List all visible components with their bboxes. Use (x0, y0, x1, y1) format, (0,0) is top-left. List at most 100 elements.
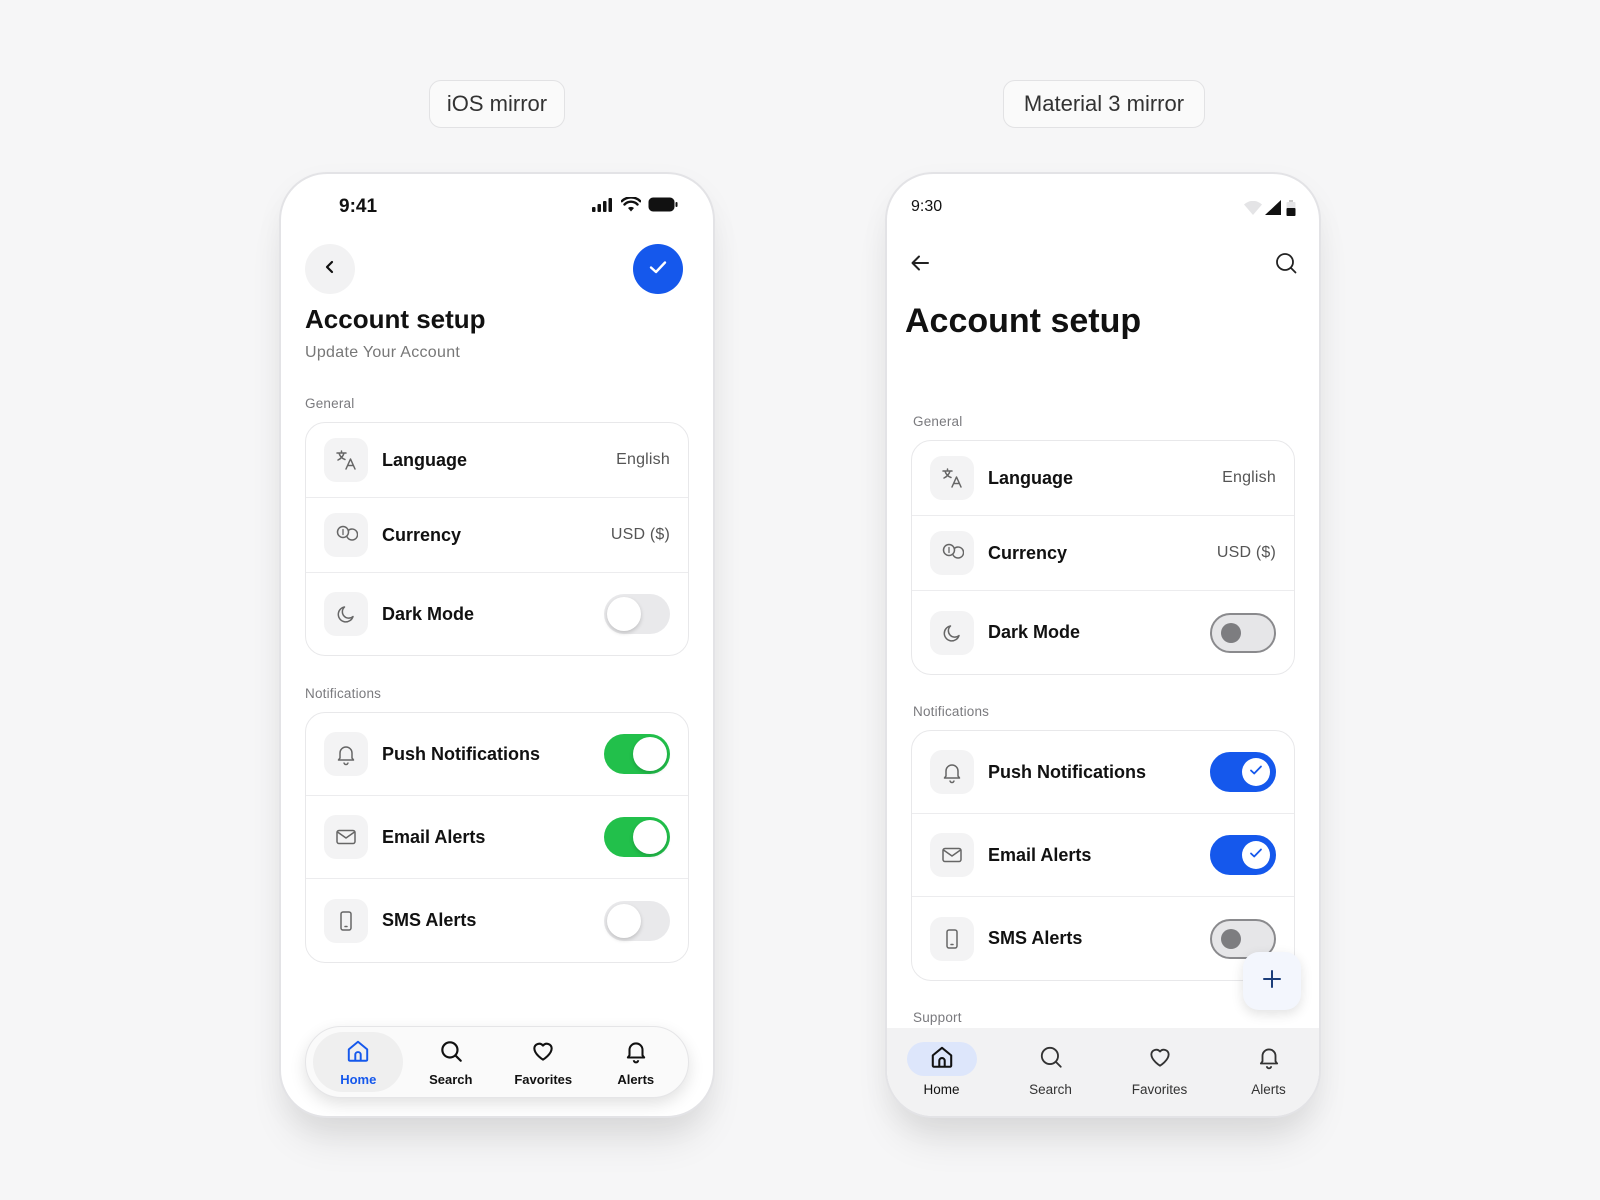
email-alerts-row: Email Alerts (306, 796, 688, 879)
page-title: Account setup (305, 304, 486, 334)
phone-icon (930, 916, 974, 961)
home-icon (929, 1044, 955, 1075)
general-settings-card: Language English Currency USD ($) Dark M… (305, 422, 689, 656)
phone-icon (324, 898, 368, 943)
mail-icon (324, 815, 368, 859)
sms-alerts-row: SMS Alerts (912, 897, 1294, 980)
push-notifications-label: Push Notifications (382, 743, 541, 764)
sms-alerts-toggle[interactable] (604, 900, 670, 941)
tab-icon-container (1016, 1042, 1086, 1076)
tab-icon-container (1125, 1042, 1195, 1076)
toggle-knob (607, 903, 641, 938)
email-alerts-switch[interactable] (1210, 835, 1276, 875)
currency-row[interactable]: Currency USD ($) (912, 516, 1294, 591)
page-subtitle: Update Your Account (305, 344, 461, 361)
tab-alerts[interactable]: Alerts (591, 1032, 681, 1092)
back-button[interactable] (305, 244, 355, 294)
material-mirror-label: Material 3 mirror (1003, 80, 1205, 128)
bell-icon (623, 1038, 649, 1069)
tab-search[interactable]: Search (1001, 1042, 1101, 1097)
tab-home-label: Home (340, 1071, 377, 1087)
sms-alerts-label: SMS Alerts (988, 928, 1083, 948)
bell-icon (1256, 1044, 1282, 1075)
cellular-signal-icon (1265, 200, 1281, 220)
material-phone-frame: 9:30 Account setup General Language Engl… (885, 172, 1321, 1118)
chevron-left-icon (322, 259, 338, 280)
currency-label: Currency (382, 524, 462, 545)
search-icon (1274, 251, 1298, 280)
wifi-icon (1244, 200, 1262, 220)
tab-search[interactable]: Search (406, 1032, 496, 1092)
sms-alerts-label: SMS Alerts (382, 910, 477, 930)
tab-favorites[interactable]: Favorites (1110, 1042, 1210, 1097)
sms-alerts-row: SMS Alerts (306, 879, 688, 962)
check-icon (1248, 762, 1264, 783)
status-time: 9:41 (339, 196, 378, 217)
switch-thumb (1242, 841, 1270, 869)
section-label-notifications: Notifications (305, 686, 382, 701)
tab-bar: Home Search Favorites Alerts (305, 1026, 689, 1098)
confirm-button[interactable] (633, 244, 683, 294)
arrow-left-icon (909, 252, 931, 279)
battery-icon (1286, 200, 1296, 221)
dark-mode-label: Dark Mode (988, 622, 1081, 642)
heart-icon (1147, 1044, 1173, 1075)
language-row[interactable]: Language English (912, 441, 1294, 516)
dark-mode-toggle[interactable] (604, 594, 670, 634)
notification-settings-card: Push Notifications Email Alerts SMS Aler… (305, 712, 689, 963)
moon-icon (324, 592, 368, 636)
check-icon (1248, 845, 1264, 866)
bell-icon (930, 750, 974, 794)
add-fab[interactable] (1243, 952, 1301, 1010)
translate-icon (324, 438, 368, 482)
push-notifications-toggle[interactable] (604, 734, 670, 774)
search-icon (1038, 1044, 1064, 1075)
tab-icon-container (1234, 1042, 1304, 1076)
currency-value: USD ($) (1216, 544, 1276, 561)
section-label-general: General (305, 396, 355, 411)
email-alerts-label: Email Alerts (382, 826, 486, 847)
dark-mode-switch[interactable] (1210, 612, 1276, 653)
email-alerts-toggle[interactable] (604, 817, 670, 857)
email-alerts-row: Email Alerts (912, 814, 1294, 897)
currency-value: USD ($) (610, 526, 670, 543)
language-value: English (1222, 469, 1276, 486)
switch-thumb (1221, 928, 1241, 949)
ios-phone-frame: 9:41 Account setup Update Your Account G… (279, 172, 715, 1118)
tab-favorites-label: Favorites (1131, 1082, 1188, 1097)
dark-mode-row: Dark Mode (912, 591, 1294, 674)
toggle-knob (607, 597, 641, 631)
general-settings-card: Language English Currency USD ($) Dark M… (911, 440, 1295, 675)
tab-search-label: Search (1029, 1082, 1072, 1097)
currency-row[interactable]: Currency USD ($) (306, 498, 688, 573)
notification-settings-card: Push Notifications Email Alerts SMS Aler… (911, 730, 1295, 981)
tab-alerts[interactable]: Alerts (1219, 1042, 1319, 1097)
back-button[interactable] (905, 250, 935, 280)
tab-search-label: Search (429, 1071, 473, 1087)
bell-icon (324, 732, 368, 776)
tab-favorites-label: Favorites (514, 1071, 573, 1087)
tab-favorites[interactable]: Favorites (498, 1032, 588, 1092)
switch-thumb (1242, 758, 1270, 786)
dark-mode-row: Dark Mode (306, 573, 688, 655)
dark-mode-label: Dark Mode (382, 603, 475, 624)
translate-icon (930, 456, 974, 500)
ios-mirror-label: iOS mirror (429, 80, 565, 128)
push-notifications-switch[interactable] (1210, 752, 1276, 792)
tab-home[interactable]: Home (313, 1032, 404, 1092)
cellular-signal-icon (592, 198, 614, 217)
search-button[interactable] (1271, 250, 1301, 280)
language-row[interactable]: Language English (306, 423, 688, 498)
tab-home[interactable]: Home (892, 1042, 992, 1097)
tab-alerts-label: Alerts (617, 1071, 655, 1087)
email-alerts-label: Email Alerts (988, 844, 1092, 865)
battery-icon (648, 197, 678, 217)
coins-icon (324, 513, 368, 557)
push-notifications-label: Push Notifications (988, 761, 1147, 782)
navigation-bar: Home Search Favorites Alerts (887, 1028, 1319, 1116)
language-label: Language (988, 467, 1074, 488)
search-icon (438, 1038, 464, 1069)
currency-label: Currency (988, 542, 1068, 563)
checkmark-icon (647, 256, 669, 283)
active-indicator (906, 1042, 977, 1076)
